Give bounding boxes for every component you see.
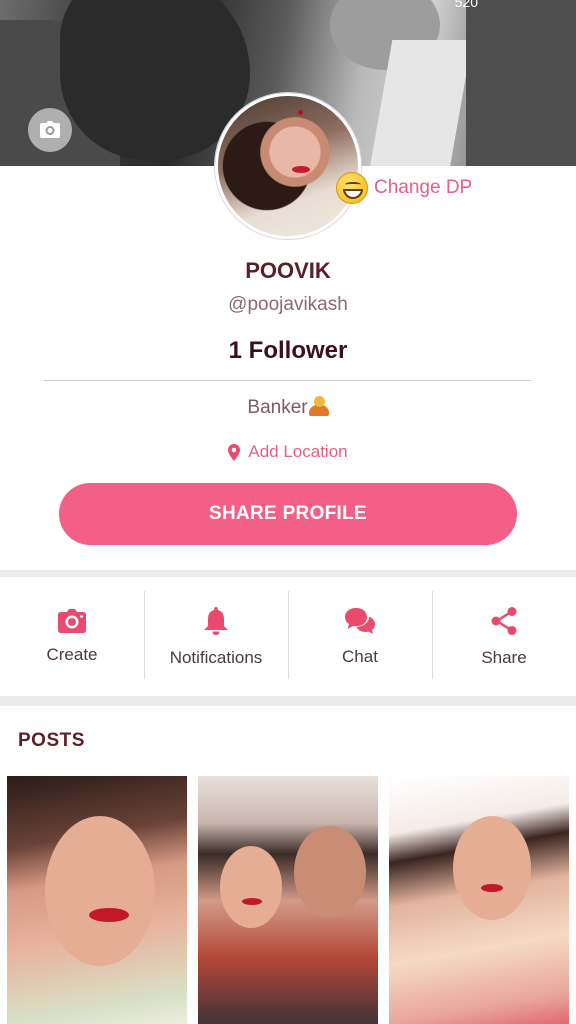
profile-name: POOVIK [245, 258, 331, 283]
share-label: Share [481, 647, 527, 667]
create-button[interactable]: Create [0, 577, 144, 696]
followers-count[interactable]: 1 Follower [0, 337, 576, 365]
profile-bio: Banker [0, 396, 576, 419]
notifications-button[interactable]: Notifications [144, 577, 288, 696]
location-pin-icon [228, 443, 241, 461]
grin-emoji-icon [336, 172, 368, 204]
camera-icon [58, 608, 86, 633]
action-bar: Create Notifications Chat Share [0, 577, 576, 696]
posts-section: POSTS [0, 706, 576, 1024]
chat-bubbles-icon [345, 607, 375, 634]
add-location-label: Add Location [248, 442, 348, 461]
post-thumbnail[interactable] [198, 776, 378, 1024]
chat-label: Chat [342, 646, 378, 666]
post-thumbnail[interactable] [7, 776, 187, 1024]
change-dp-label: Change DP [374, 177, 473, 198]
create-label: Create [46, 644, 98, 664]
change-cover-button[interactable] [28, 108, 72, 152]
notifications-label: Notifications [169, 647, 263, 667]
cover-count: 520 [454, 0, 478, 10]
change-dp-button[interactable]: Change DP [336, 172, 472, 204]
profile-avatar[interactable] [215, 93, 361, 239]
camera-icon [40, 121, 60, 138]
bio-text: Banker [247, 397, 308, 418]
post-thumbnail[interactable] [389, 776, 569, 1024]
add-location-link[interactable]: Add Location [0, 442, 576, 462]
chat-button[interactable]: Chat [288, 577, 432, 696]
profile-screen: 520 POOVIK Change DP @poojavikash 1 Foll… [0, 0, 576, 1024]
bell-icon [204, 606, 228, 635]
profile-handle: @poojavikash [228, 294, 348, 315]
person-bowing-emoji-icon [308, 396, 329, 416]
profile-divider [44, 380, 531, 381]
share-profile-button[interactable]: SHARE PROFILE [59, 483, 517, 545]
share-icon [491, 606, 517, 635]
posts-title: POSTS [18, 730, 85, 751]
share-button[interactable]: Share [432, 577, 576, 696]
